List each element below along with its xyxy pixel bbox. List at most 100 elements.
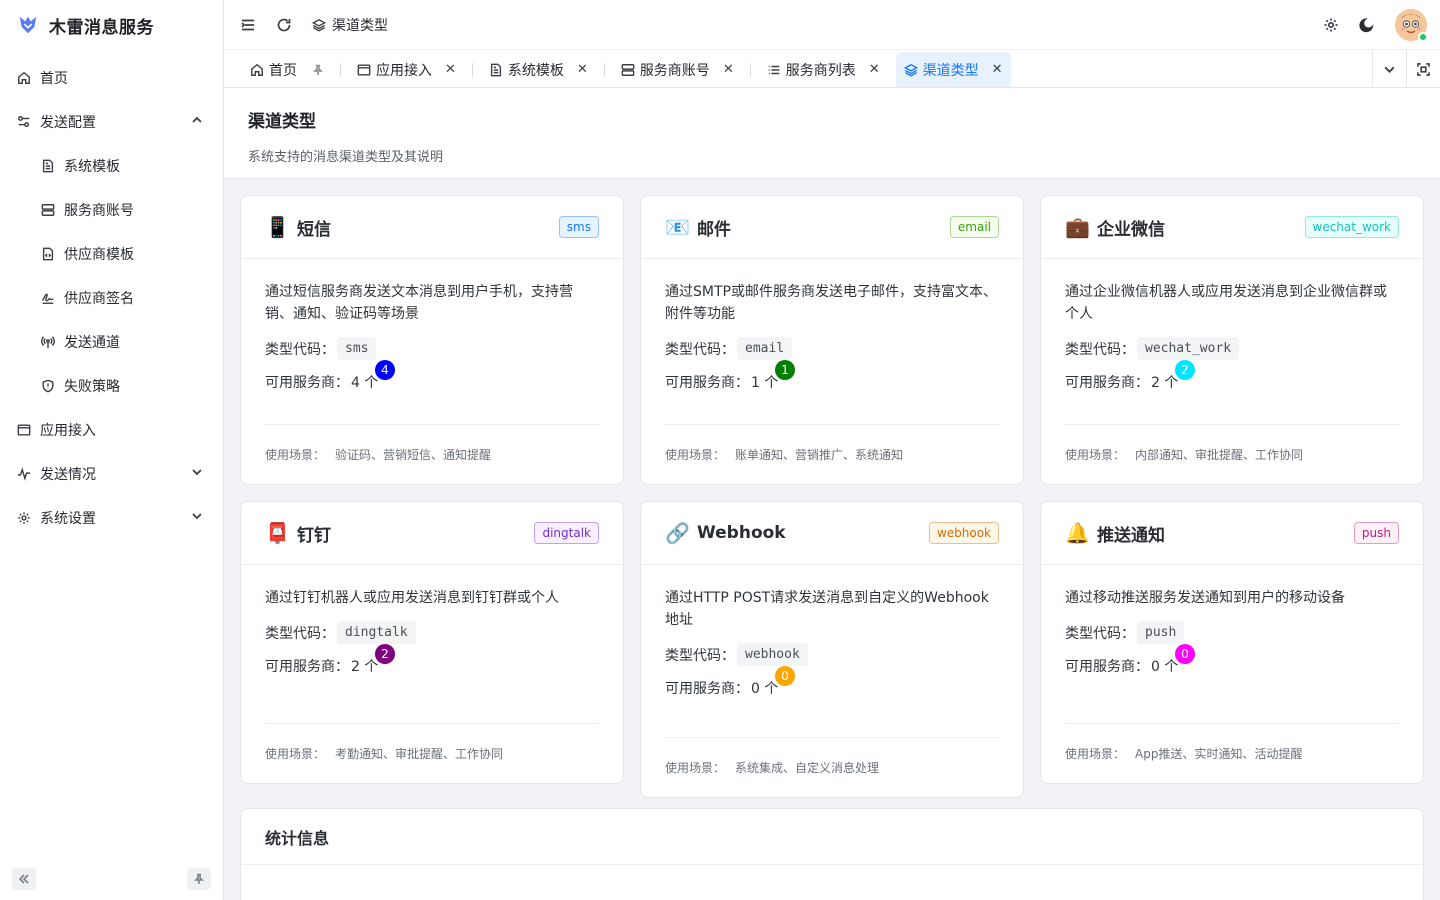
header-actions [1323, 8, 1440, 42]
scenarios-value: 账单通知、营销推广、系统通知 [735, 448, 904, 462]
scenarios-label: 使用场景： [1065, 747, 1126, 761]
brand[interactable]: 木雷消息服务 [0, 0, 223, 50]
provider-count-value: 0 [751, 681, 760, 697]
channel-name: 邮件 [697, 219, 731, 240]
provider-count-unit: 个 [1164, 375, 1179, 391]
provider-count-row: 可用服务商： 2 个 2 [265, 644, 599, 676]
sidebar-item-supplier-templates[interactable]: 供应商模板 [0, 232, 223, 276]
tab-channel-types[interactable]: 渠道类型 ✕ [895, 52, 1011, 87]
count-badge: 1 [775, 360, 795, 380]
pin-icon[interactable] [302, 64, 324, 76]
breadcrumb[interactable]: 渠道类型 [312, 15, 388, 35]
server-icon [621, 63, 635, 77]
sidebar-item-supplier-signatures[interactable]: 供应商签名 [0, 276, 223, 320]
provider-count-label: 可用服务商： [665, 681, 749, 697]
type-code-label: 类型代码： [265, 625, 335, 642]
page-description: 系统支持的消息渠道类型及其说明 [248, 150, 444, 165]
provider-count-row: 可用服务商： 2 个 2 [1065, 360, 1399, 392]
pin-sidebar-button[interactable] [187, 868, 211, 890]
tab-divider [471, 63, 473, 77]
scenarios-label: 使用场景： [265, 448, 326, 462]
tab-label: 首页 [269, 62, 297, 79]
sidebar-item-home[interactable]: 首页 [0, 56, 223, 100]
theme-toggle-button[interactable] [1359, 17, 1375, 33]
provider-count-value: 2 [351, 659, 360, 675]
type-code-label: 类型代码： [1065, 341, 1135, 358]
card-header: 🔔 推送通知 push [1041, 502, 1423, 565]
sidebar-item-send-channels[interactable]: 发送通道 [0, 320, 223, 364]
sidebar-item-label: 首页 [40, 71, 68, 87]
card-body: 通过短信服务商发送文本消息到用户手机，支持营销、通知、验证码等场景 类型代码： … [241, 259, 623, 392]
provider-count-unit: 个 [1164, 659, 1179, 675]
type-code-value: dingtalk [337, 621, 416, 644]
card-body: 通过钉钉机器人或应用发送消息到钉钉群或个人 类型代码： dingtalk 可用服… [241, 565, 623, 676]
sidebar-item-send-status[interactable]: 发送情况 [0, 452, 223, 496]
close-icon[interactable]: ✕ [869, 62, 880, 77]
breadcrumb-current: 渠道类型 [332, 17, 388, 34]
channel-tag: email [949, 216, 999, 238]
scenarios-value: 系统集成、自定义消息处理 [735, 761, 880, 775]
close-icon[interactable]: ✕ [992, 62, 1003, 77]
collapse-sidebar-button[interactable] [12, 868, 36, 890]
card-footer: 使用场景： 内部通知、审批提醒、工作协同 [1065, 424, 1399, 484]
provider-count: 0 个 0 [1151, 644, 1195, 676]
tab-provider-accounts[interactable]: 服务商账号 ✕ [613, 52, 742, 87]
tab-label: 系统模板 [507, 62, 564, 79]
type-code-row: 类型代码： dingtalk [265, 621, 599, 644]
settings-button[interactable] [1323, 17, 1339, 33]
channel-tag: sms [558, 216, 599, 238]
menu-icon [241, 19, 254, 30]
type-code-row: 类型代码： sms [265, 337, 599, 360]
channel-name: 短信 [297, 219, 331, 240]
sidebar-item-provider-accounts[interactable]: 服务商账号 [0, 188, 223, 232]
tab-system-templates[interactable]: 系统模板 ✕ [481, 52, 596, 87]
tab-dropdown-button[interactable] [1372, 50, 1406, 88]
window-icon [357, 63, 371, 77]
app-title: 木雷消息服务 [49, 17, 154, 38]
type-code-row: 类型代码： push [1065, 621, 1399, 644]
channel-icon: 📧 [665, 215, 690, 239]
avatar[interactable] [1395, 8, 1428, 42]
tab-home[interactable]: 首页 [242, 52, 332, 87]
sidebar-item-system-templates[interactable]: 系统模板 [0, 144, 223, 188]
sidebar-item-app-access[interactable]: 应用接入 [0, 408, 223, 452]
sidebar-item-send-config[interactable]: 发送配置 [0, 100, 223, 144]
provider-count-label: 可用服务商： [265, 659, 349, 675]
type-code-row: 类型代码： email [665, 337, 999, 360]
provider-count-row: 可用服务商： 0 个 0 [665, 666, 999, 698]
provider-count: 2 个 2 [1151, 360, 1195, 392]
sidebar-item-failure-policy[interactable]: 失败策略 [0, 364, 223, 408]
fullscreen-button[interactable] [1406, 50, 1440, 88]
channel-card-email: 📧 邮件 email 通过SMTP或邮件服务商发送电子邮件，支持富文本、附件等功… [640, 195, 1024, 485]
sidebar-item-system-settings[interactable]: 系统设置 [0, 496, 223, 540]
channel-tag: wechat_work [1304, 216, 1399, 238]
provider-count-value: 0 [1151, 659, 1160, 675]
card-body: 通过移动推送服务发送通知到用户的移动设备 类型代码： push 可用服务商： 0… [1041, 565, 1423, 676]
tab-app-access[interactable]: 应用接入 ✕ [349, 52, 464, 87]
menu-toggle-button[interactable] [240, 17, 256, 33]
channel-name: Webhook [697, 523, 786, 543]
tab-provider-list[interactable]: 服务商列表 ✕ [759, 52, 888, 87]
channel-tag: dingtalk [534, 522, 599, 544]
tab-label: 服务商列表 [785, 62, 856, 79]
home-icon [250, 63, 264, 77]
channel-card-wechat_work: 💼 企业微信 wechat_work 通过企业微信机器人或应用发送消息到企业微信… [1040, 195, 1424, 485]
file-code-icon [41, 247, 55, 261]
channel-description: 通过短信服务商发送文本消息到用户手机，支持营销、通知、验证码等场景 [265, 284, 573, 322]
close-icon[interactable]: ✕ [577, 62, 588, 77]
page-header: 渠道类型 系统支持的消息渠道类型及其说明 [224, 88, 1440, 179]
refresh-button[interactable] [276, 17, 292, 33]
close-icon[interactable]: ✕ [445, 62, 456, 77]
sidebar: 木雷消息服务 首页 发送配置 系统模板 服务商账号 供应商模板 供应商签名 发送… [0, 0, 224, 900]
card-footer: 使用场景： 系统集成、自定义消息处理 [665, 737, 999, 797]
type-code-row: 类型代码： wechat_work [1065, 337, 1399, 360]
type-code-label: 类型代码： [665, 341, 735, 358]
scenarios-label: 使用场景： [665, 448, 726, 462]
close-icon[interactable]: ✕ [723, 62, 734, 77]
sidebar-menu: 首页 发送配置 系统模板 服务商账号 供应商模板 供应商签名 发送通道 失败策略… [0, 50, 223, 540]
channel-tag: push [1353, 522, 1399, 544]
tab-divider [340, 63, 341, 77]
channel-name: 企业微信 [1097, 219, 1165, 240]
channel-name: 钉钉 [297, 525, 331, 546]
provider-count-unit: 个 [764, 375, 779, 391]
